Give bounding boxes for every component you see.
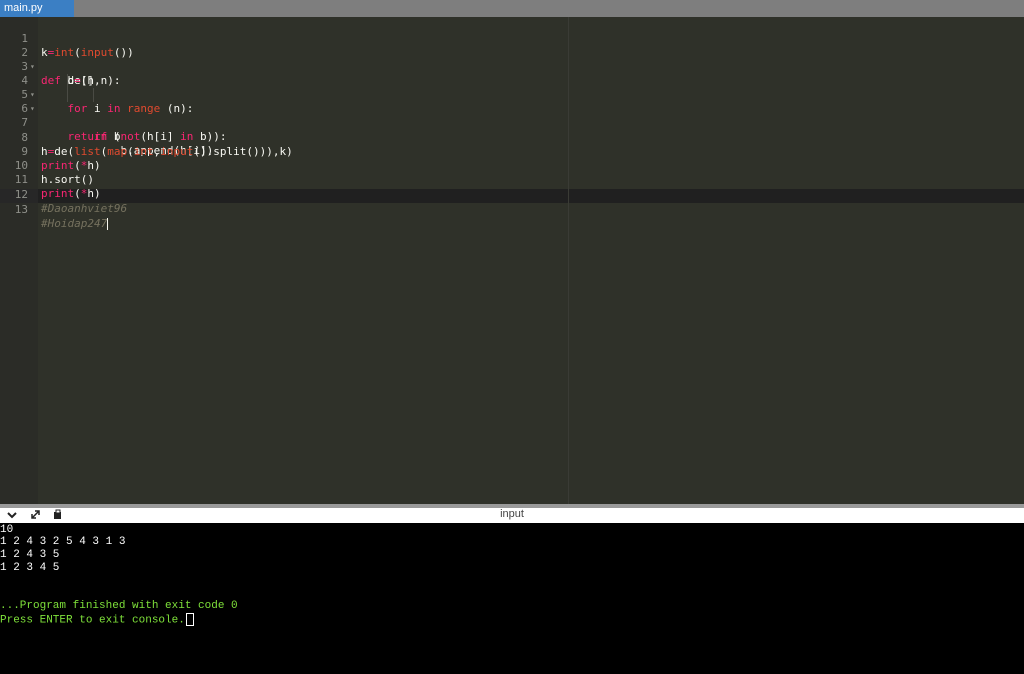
line-number: 13 [14, 203, 28, 216]
expand-icon[interactable] [28, 509, 42, 522]
code-line: 4 ▾ for i in range (n): [0, 60, 1024, 115]
console-toolbar: input [0, 508, 1024, 523]
code-line: 10 h.sort() [0, 145, 1024, 186]
exit-code-message: ...Program finished with exit code 0 [0, 600, 238, 612]
console-line: 1 2 4 3 2 5 4 3 1 3 [0, 536, 126, 548]
code-line: 3 b=[] [0, 46, 1024, 87]
text-cursor [107, 218, 109, 230]
console-output[interactable]: 10 1 2 4 3 2 5 4 3 1 3 1 2 4 3 5 1 2 3 4… [0, 523, 1024, 674]
code-line: 7 return b [0, 102, 1024, 143]
copy-icon[interactable] [50, 509, 64, 522]
press-enter-message: Press ENTER to exit console. [0, 613, 194, 627]
comment-text: #Daoanhviet96 [41, 202, 128, 215]
code-line: 2 ▾ def de(h,n): [0, 32, 1024, 87]
code-line: 8 h=de(list(map(int,input().split())),k) [0, 117, 1024, 158]
code-line: 11 print(*h) [0, 159, 1024, 200]
terminal-cursor [185, 613, 194, 626]
code-line: 9 print(*h) [0, 131, 1024, 172]
indent-guide [93, 88, 94, 102]
indent-guide [67, 88, 68, 102]
code-line: 1 k=int(input()) [0, 18, 1024, 59]
code-line: 13 #Hoidap247 [0, 189, 1024, 230]
comment-text: #Hoidap247 [41, 217, 109, 230]
tab-main-py[interactable]: main.py [0, 0, 74, 17]
code-editor[interactable]: 1 k=int(input()) 2 ▾ def de(h,n): 3 b=[]… [0, 17, 1024, 504]
indent-guide [67, 74, 68, 88]
console-line: 1 2 3 4 5 [0, 562, 60, 574]
console-line: 1 2 4 3 5 [0, 549, 60, 561]
console-title: input [500, 508, 524, 520]
chevron-down-icon[interactable] [5, 509, 19, 522]
tab-bar: main.py [0, 0, 1024, 17]
code-line: 12 #Daoanhviet96 [0, 174, 1024, 215]
code-line: 5 ▾ if (not(h[i] in b)): [0, 74, 1024, 143]
code-line: 6 b.append(h[i]) [0, 88, 1024, 157]
